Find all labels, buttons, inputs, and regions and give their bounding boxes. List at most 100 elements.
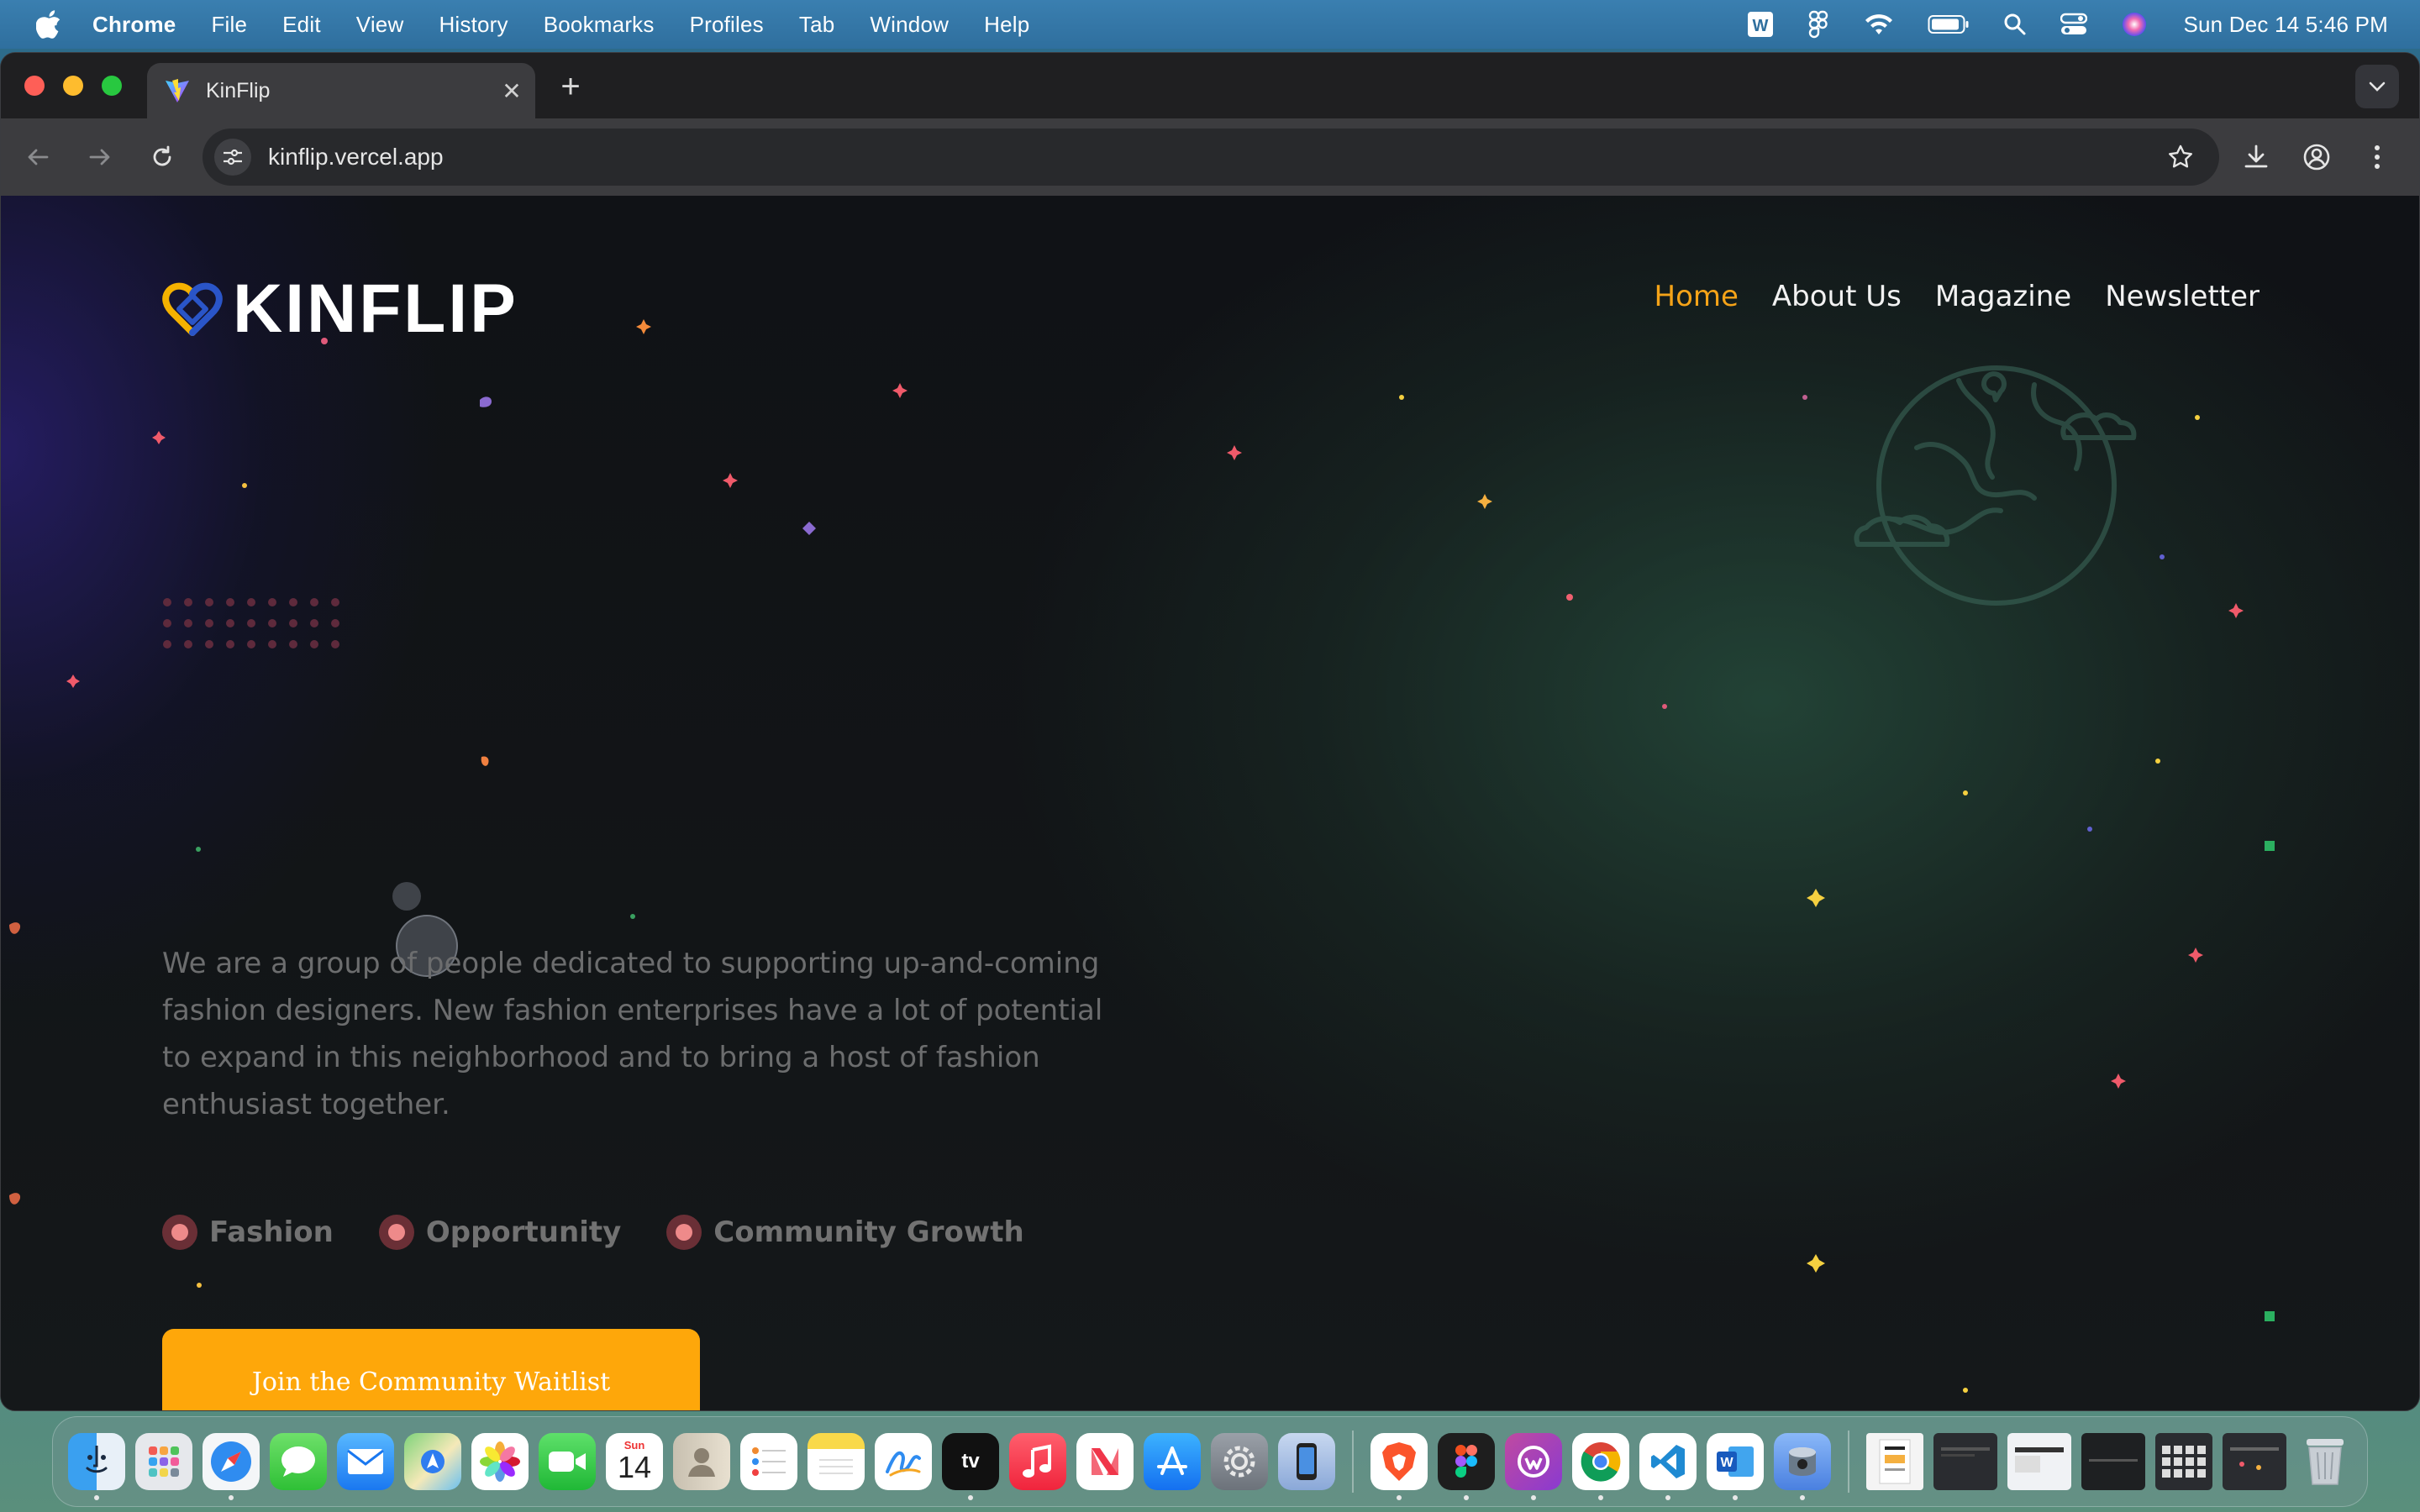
window-thumbnail-4-icon[interactable] [2155,1433,2212,1490]
forward-button[interactable] [75,132,125,182]
window-controls [24,76,140,96]
messages-icon[interactable] [270,1433,327,1490]
trash-icon[interactable] [2296,1433,2354,1490]
reminders-icon[interactable] [740,1433,797,1490]
kinflip-logo[interactable]: KINFLIP [160,270,518,349]
profile-icon[interactable] [2291,132,2342,182]
freeform-icon[interactable] [875,1433,932,1490]
vite-favicon-icon [166,79,189,102]
window-thumbnail-2-icon[interactable] [2007,1433,2071,1490]
more-menu-icon[interactable] [2352,132,2402,182]
wifi-icon[interactable] [1864,13,1894,36]
menu-window[interactable]: Window [870,12,949,38]
maps-icon[interactable] [404,1433,461,1490]
calendar-icon[interactable]: Sun 14 [606,1433,663,1490]
heart-logo-icon [162,282,223,336]
tag-label: Community Growth [713,1215,1024,1249]
mail-icon[interactable] [337,1433,394,1490]
tag-label: Opportunity [425,1215,622,1249]
menu-history[interactable]: History [439,12,508,38]
svg-text:W: W [1720,1456,1733,1470]
svg-text:W: W [1753,17,1769,35]
browser-window: KinFlip ✕ + kinflip.vercel.app KINFLIP H… [0,52,2420,1411]
reload-button[interactable] [137,132,187,182]
tab-strip: KinFlip ✕ + [1,53,2419,118]
window-thumbnail-5-icon[interactable] [2223,1433,2286,1490]
nav-about-us[interactable]: About Us [1772,280,1902,313]
launchpad-icon[interactable] [135,1433,192,1490]
menu-tab[interactable]: Tab [799,12,835,38]
arrow-right-icon [89,149,110,165]
document-thumbnail-icon[interactable] [1866,1433,1923,1490]
hero-description: We are a group of people dedicated to su… [162,947,1103,1121]
join-waitlist-button[interactable]: Join the Community Waitlist [162,1329,700,1410]
nav-newsletter[interactable]: Newsletter [2105,280,2260,313]
word-icon[interactable]: W [1707,1433,1764,1500]
feature-tags: Fashion Opportunity Community Growth [162,1215,1070,1250]
new-tab-button[interactable]: + [552,68,589,105]
figma-icon[interactable] [1438,1433,1495,1500]
nav-magazine[interactable]: Magazine [1935,280,2071,313]
tag-bullet-icon [666,1215,702,1250]
apple-tv-icon[interactable]: tv [942,1433,999,1500]
menu-help[interactable]: Help [984,12,1029,38]
disk-utility-icon[interactable] [1774,1433,1831,1500]
tag-community-growth: Community Growth [666,1215,1024,1250]
bookmark-star-icon[interactable] [2162,139,2199,176]
spotlight-search-icon[interactable] [2003,13,2027,36]
close-tab-icon[interactable]: ✕ [495,77,529,105]
close-window-button[interactable] [24,76,45,96]
menu-bookmarks[interactable]: Bookmarks [544,12,655,38]
app-store-icon[interactable] [1144,1433,1201,1490]
toolbar-right [2221,132,2402,182]
downloads-icon[interactable] [2231,132,2281,182]
zoom-window-button[interactable] [102,76,122,96]
tag-bullet-icon [162,1215,197,1250]
apple-menu-icon[interactable] [34,9,64,39]
globe-illustration [1854,365,2137,606]
site-info-icon[interactable] [214,139,251,176]
vscode-icon[interactable] [1639,1433,1697,1500]
word-status-icon[interactable]: W [1746,10,1775,39]
battery-icon[interactable] [1928,13,1970,35]
system-settings-icon[interactable] [1211,1433,1268,1490]
menu-file[interactable]: File [211,12,247,38]
finder-icon[interactable] [68,1433,125,1500]
tag-opportunity: Opportunity [378,1215,622,1250]
tab-search-button[interactable] [2355,65,2399,108]
siri-icon[interactable] [2121,11,2148,38]
photos-icon[interactable] [471,1433,529,1490]
setapp-icon[interactable] [1505,1433,1562,1500]
menu-clock[interactable]: Sun Dec 14 5:46 PM [2183,12,2388,38]
menu-view[interactable]: View [356,12,404,38]
nav-home[interactable]: Home [1655,280,1739,313]
web-page: KINFLIP Home About Us Magazine Newslette… [1,196,2419,1410]
minimize-window-button[interactable] [63,76,83,96]
tag-label: Fashion [209,1215,334,1249]
address-bar[interactable]: kinflip.vercel.app [203,129,2219,186]
notes-icon[interactable] [808,1433,865,1490]
chrome-icon[interactable] [1572,1433,1629,1500]
calendar-day: 14 [617,1450,652,1484]
safari-icon[interactable] [203,1433,260,1500]
news-icon[interactable] [1076,1433,1134,1490]
brave-icon[interactable] [1370,1433,1428,1500]
back-button[interactable] [13,132,63,182]
browser-toolbar: kinflip.vercel.app [1,118,2419,196]
contacts-icon[interactable] [673,1433,730,1490]
figma-status-icon[interactable] [1808,10,1830,39]
menu-app-name[interactable]: Chrome [92,12,176,38]
window-thumbnail-3-icon[interactable] [2081,1433,2145,1490]
menu-profiles[interactable]: Profiles [690,12,764,38]
facetime-icon[interactable] [539,1433,596,1490]
tag-fashion: Fashion [162,1215,334,1250]
music-icon[interactable] [1009,1433,1066,1490]
chevron-down-icon [2369,81,2386,92]
dock-separator [1848,1431,1849,1493]
tab-kinflip[interactable]: KinFlip ✕ [147,63,535,118]
simulator-icon[interactable] [1278,1433,1335,1490]
window-thumbnail-1-icon[interactable] [1933,1433,1997,1490]
control-center-icon[interactable] [2060,13,2088,36]
url-text[interactable]: kinflip.vercel.app [268,144,2162,171]
menu-edit[interactable]: Edit [282,12,321,38]
